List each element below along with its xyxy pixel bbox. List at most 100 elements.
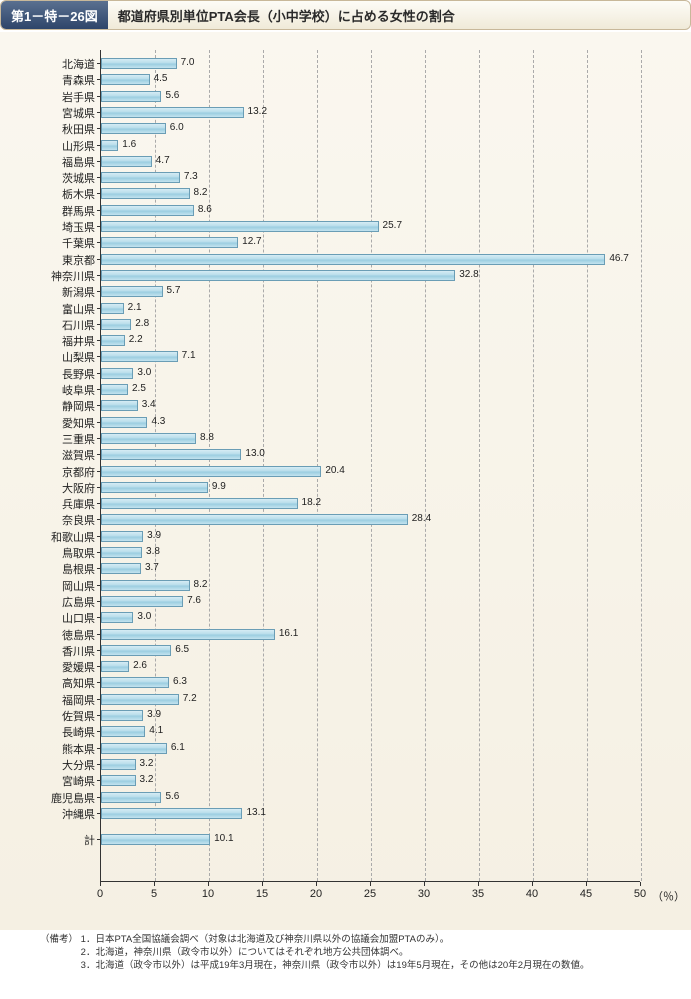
bar-value-label: 4.1	[149, 725, 163, 736]
bar-value-label: 7.2	[183, 693, 197, 704]
category-label: 埼玉県	[62, 219, 95, 235]
category-label: 東京都	[62, 252, 95, 268]
category-label: 佐賀県	[62, 708, 95, 724]
x-tick-label: 10	[202, 888, 214, 900]
bar-row: 13.2	[101, 104, 640, 121]
bar-value-label: 25.7	[383, 220, 402, 231]
x-tick-label: 45	[580, 888, 592, 900]
category-label: 島根県	[62, 561, 95, 577]
category-label: 静岡県	[62, 398, 95, 414]
category-label: 兵庫県	[62, 496, 95, 512]
bar	[101, 123, 166, 134]
bar-value-label: 2.6	[133, 660, 147, 671]
category-label: 北海道	[62, 56, 95, 72]
bar	[101, 482, 208, 493]
x-tick-label: 25	[364, 888, 376, 900]
category-label: 山梨県	[62, 349, 95, 365]
bar	[101, 775, 136, 786]
bar-row: 20.4	[101, 463, 640, 480]
bar-value-label: 8.6	[198, 204, 212, 215]
category-label: 計	[84, 832, 95, 848]
bar-value-label: 8.2	[194, 579, 208, 590]
bar	[101, 172, 180, 183]
bar-row: 4.3	[101, 414, 640, 431]
bar-value-label: 13.0	[245, 448, 264, 459]
category-label: 富山県	[62, 301, 95, 317]
bar-row: 9.9	[101, 479, 640, 496]
bar-value-label: 5.7	[167, 285, 181, 296]
bar	[101, 319, 131, 330]
bar-row: 3.2	[101, 772, 640, 789]
category-label: 石川県	[62, 317, 95, 333]
bar-row: 4.1	[101, 723, 640, 740]
bar-row: 5.7	[101, 283, 640, 300]
bar-value-label: 7.0	[181, 57, 195, 68]
bar-value-label: 3.2	[140, 774, 154, 785]
bar-value-label: 9.9	[212, 481, 226, 492]
bar-row: 13.1	[101, 805, 640, 822]
bar-row: 2.8	[101, 316, 640, 333]
bar	[101, 449, 241, 460]
category-label: 山形県	[62, 138, 95, 154]
bar-row: 6.5	[101, 642, 640, 659]
bar-value-label: 12.7	[242, 236, 261, 247]
bar	[101, 335, 125, 346]
bar-row: 7.2	[101, 691, 640, 708]
bar-value-label: 46.7	[609, 253, 628, 264]
bar	[101, 834, 210, 845]
bar-row: 6.0	[101, 120, 640, 137]
bar-row: 7.3	[101, 169, 640, 186]
bar-row: 3.0	[101, 365, 640, 382]
figure-header: 第1－特－26図 都道府県別単位PTA会長（小中学校）に占める女性の割合	[0, 0, 691, 30]
bar	[101, 221, 379, 232]
bar-row: 7.1	[101, 348, 640, 365]
bar-value-label: 20.4	[325, 465, 344, 476]
bar-row: 28.4	[101, 511, 640, 528]
category-label: 熊本県	[62, 741, 95, 757]
bar-value-label: 6.1	[171, 742, 185, 753]
category-label: 愛知県	[62, 415, 95, 431]
category-label: 長野県	[62, 366, 95, 382]
bar-row: 6.3	[101, 674, 640, 691]
bar	[101, 596, 183, 607]
bar	[101, 188, 190, 199]
category-label: 奈良県	[62, 512, 95, 528]
category-label: 福井県	[62, 333, 95, 349]
bar-value-label: 4.7	[156, 155, 170, 166]
bar	[101, 694, 179, 705]
x-axis: 05101520253035404550（％）	[100, 882, 656, 912]
x-tick-label: 50	[634, 888, 646, 900]
bar-row: 10.1	[101, 831, 640, 848]
bar-row: 25.7	[101, 218, 640, 235]
note-line: 3．北海道（政令市以外）は平成19年3月現在，神奈川県（政令市以外）は19年5月…	[81, 960, 590, 971]
bar	[101, 270, 455, 281]
bar-value-label: 32.8	[459, 269, 478, 280]
category-label: 京都府	[62, 464, 95, 480]
bar-value-label: 3.0	[137, 611, 151, 622]
category-label: 栃木県	[62, 186, 95, 202]
bar	[101, 58, 177, 69]
category-label: 神奈川県	[51, 268, 95, 284]
bar	[101, 792, 161, 803]
bar-row: 3.4	[101, 397, 640, 414]
bar-row: 3.8	[101, 544, 640, 561]
x-tick-label: 0	[97, 888, 103, 900]
bar-row: 16.1	[101, 626, 640, 643]
category-label: 鳥取県	[62, 545, 95, 561]
bar	[101, 303, 124, 314]
bar-row: 8.6	[101, 202, 640, 219]
bar	[101, 286, 163, 297]
bar-value-label: 1.6	[122, 139, 136, 150]
x-tick-label: 30	[418, 888, 430, 900]
bar-row: 32.8	[101, 267, 640, 284]
bar	[101, 156, 152, 167]
bar	[101, 466, 321, 477]
category-label: 徳島県	[62, 627, 95, 643]
bar-value-label: 7.1	[182, 350, 196, 361]
category-label: 三重県	[62, 431, 95, 447]
bar-value-label: 13.1	[246, 807, 265, 818]
figure-title: 都道府県別単位PTA会長（小中学校）に占める女性の割合	[108, 6, 455, 25]
category-label: 香川県	[62, 643, 95, 659]
bar-row: 13.0	[101, 446, 640, 463]
bar-value-label: 4.5	[154, 73, 168, 84]
